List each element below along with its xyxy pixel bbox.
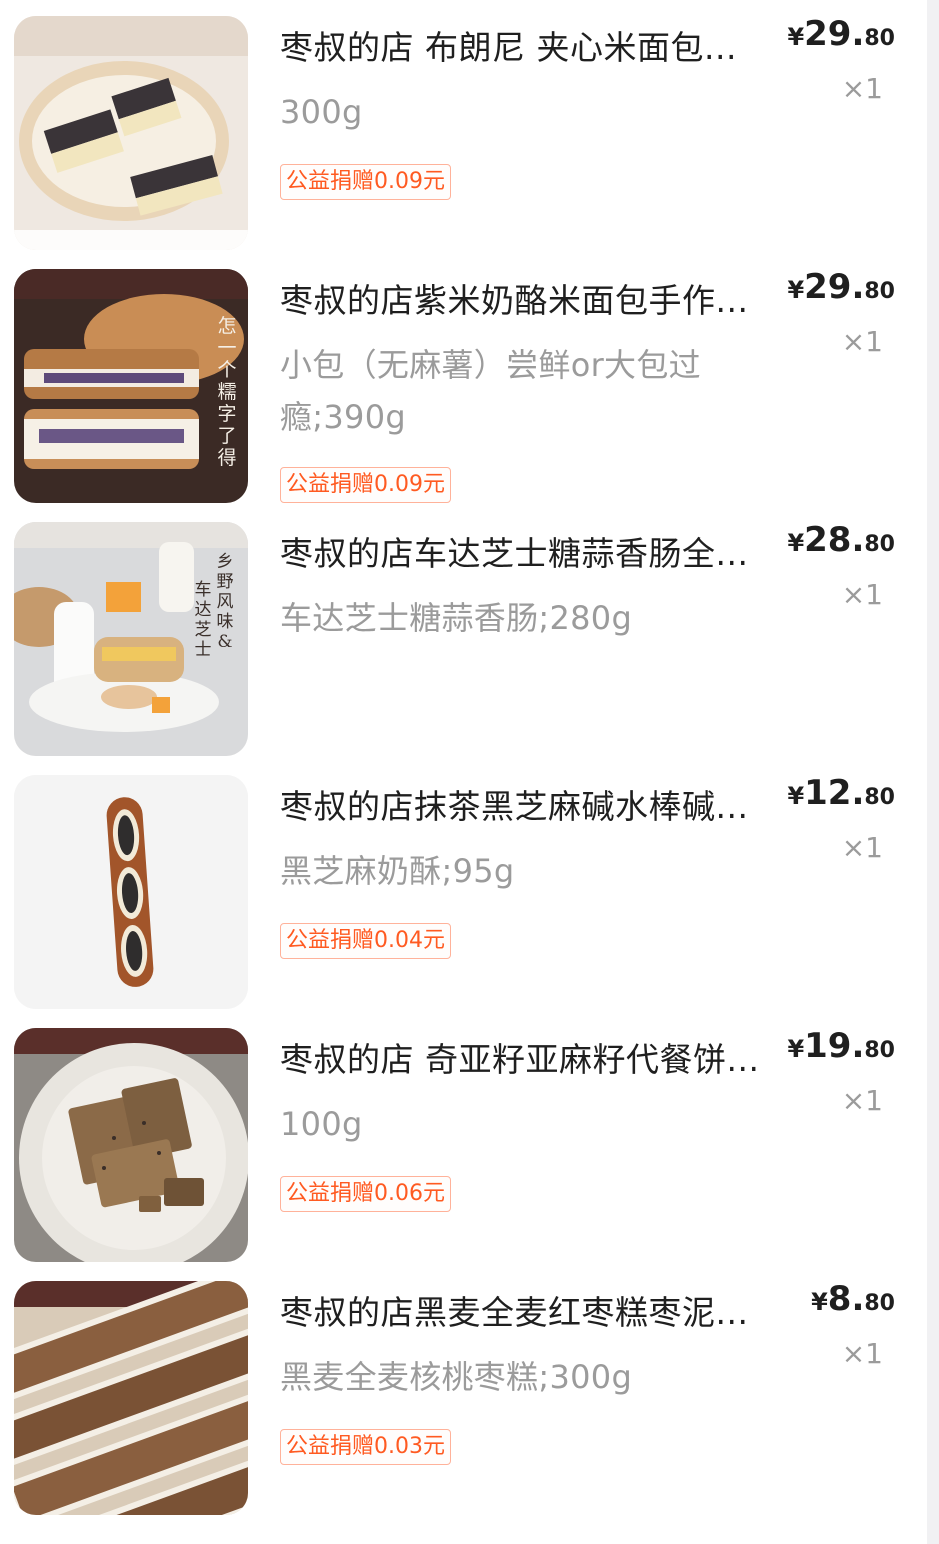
price-integer: 29.: [804, 14, 865, 54]
image-overlay-char: 糯: [217, 381, 237, 403]
image-overlay-text: 怎 一 个 糯 字 了 得: [214, 315, 240, 469]
charity-donation-badge: 公益捐赠0.03元: [280, 1429, 451, 1465]
product-title[interactable]: 枣叔的店抹茶黑芝麻碱水棒碱...: [280, 783, 792, 831]
image-overlay-char: 得: [217, 447, 237, 469]
price-decimal: 80: [864, 279, 895, 304]
currency-symbol: ¥: [811, 1288, 828, 1316]
currency-symbol: ¥: [787, 1035, 805, 1063]
image-overlay-char: 怎: [217, 315, 237, 337]
image-overlay-text: 车 达 芝 士: [192, 580, 214, 660]
product-price: ¥12.80: [787, 773, 895, 813]
product-title[interactable]: 枣叔的店紫米奶酪米面包手作...: [280, 277, 792, 325]
currency-symbol: ¥: [787, 276, 805, 304]
order-item[interactable]: 怎 一 个 糯 字 了 得 枣叔的店紫米奶酪米面包手作... 小包（无麻薯）尝鲜…: [0, 253, 927, 506]
price-integer: 29.: [804, 267, 865, 307]
product-price: ¥8.80: [811, 1279, 895, 1319]
product-spec: 小包（无麻薯）尝鲜or大包过瘾;390g: [280, 346, 701, 436]
product-spec: 300g: [280, 93, 363, 131]
image-overlay-char: 一: [217, 337, 237, 359]
order-item[interactable]: 乡 野 风 味 & 车 达 芝 士 枣叔的店车达芝士糖蒜香肠全... 车达芝士糖…: [0, 506, 927, 759]
image-overlay-char: 乡: [216, 552, 234, 572]
product-image-purple-rice-bread[interactable]: 怎 一 个 糯 字 了 得: [14, 269, 248, 503]
product-image-brownie-bread[interactable]: [14, 16, 248, 250]
product-price: ¥19.80: [787, 1026, 895, 1066]
order-item[interactable]: 枣叔的店 奇亚籽亚麻籽代餐饼... 100g 公益捐赠0.06元 ¥19.80 …: [0, 1012, 927, 1265]
product-quantity: ×1: [841, 1337, 883, 1370]
image-overlay-text: 乡 野 风 味 &: [214, 552, 236, 652]
image-overlay-char: &: [217, 632, 233, 652]
image-overlay-char: 字: [217, 403, 237, 425]
image-overlay-char: 个: [217, 359, 237, 381]
scrollbar-track[interactable]: [927, 0, 939, 1544]
order-item[interactable]: 枣叔的店抹茶黑芝麻碱水棒碱... 黑芝麻奶酥;95g 公益捐赠0.04元 ¥12…: [0, 759, 927, 1012]
product-quantity: ×1: [841, 1084, 883, 1117]
image-overlay-char: 风: [216, 592, 234, 612]
charity-donation-badge: 公益捐赠0.06元: [280, 1176, 451, 1212]
product-image-cheddar-sausage-bread[interactable]: 乡 野 风 味 & 车 达 芝 士: [14, 522, 248, 756]
product-price: ¥29.80: [787, 14, 895, 54]
product-title[interactable]: 枣叔的店车达芝士糖蒜香肠全...: [280, 530, 792, 578]
charity-donation-badge: 公益捐赠0.09元: [280, 164, 451, 200]
product-title[interactable]: 枣叔的店 奇亚籽亚麻籽代餐饼...: [280, 1036, 792, 1084]
price-decimal: 80: [864, 1291, 895, 1316]
product-title[interactable]: 枣叔的店 布朗尼 夹心米面包...: [280, 24, 792, 72]
image-overlay-char: 达: [194, 600, 212, 620]
image-overlay-char: 士: [194, 640, 212, 660]
product-price: ¥28.80: [787, 520, 895, 560]
image-overlay-char: 芝: [194, 620, 212, 640]
product-quantity: ×1: [841, 578, 883, 611]
price-decimal: 80: [864, 1038, 895, 1063]
product-quantity: ×1: [841, 325, 883, 358]
price-integer: 28.: [804, 520, 865, 560]
price-decimal: 80: [864, 785, 895, 810]
image-overlay-char: 车: [194, 580, 212, 600]
product-title[interactable]: 枣叔的店黑麦全麦红枣糕枣泥...: [280, 1289, 792, 1337]
image-overlay-char: 味: [216, 612, 234, 632]
currency-symbol: ¥: [787, 23, 805, 51]
product-quantity: ×1: [841, 831, 883, 864]
product-image-rye-date-cake[interactable]: [14, 1281, 248, 1515]
image-overlay-char: 野: [216, 572, 234, 592]
price-decimal: 80: [864, 532, 895, 557]
currency-symbol: ¥: [787, 529, 805, 557]
product-spec: 100g: [280, 1105, 363, 1143]
product-spec: 黑麦全麦核桃枣糕;300g: [280, 1358, 633, 1396]
product-image-sesame-pretzel-stick[interactable]: [14, 775, 248, 1009]
product-quantity: ×1: [841, 72, 883, 105]
charity-donation-badge: 公益捐赠0.09元: [280, 467, 451, 503]
image-overlay-char: 了: [217, 425, 237, 447]
price-integer: 12.: [804, 773, 865, 813]
product-spec: 车达芝士糖蒜香肠;280g: [280, 599, 633, 637]
product-price: ¥29.80: [787, 267, 895, 307]
price-integer: 19.: [804, 1026, 865, 1066]
price-decimal: 80: [864, 26, 895, 51]
charity-donation-badge: 公益捐赠0.04元: [280, 923, 451, 959]
order-item[interactable]: 枣叔的店黑麦全麦红枣糕枣泥... 黑麦全麦核桃枣糕;300g 公益捐赠0.03元…: [0, 1265, 927, 1518]
product-image-chia-flax-crackers[interactable]: [14, 1028, 248, 1262]
price-integer: 8.: [827, 1279, 865, 1319]
order-item[interactable]: 枣叔的店 布朗尼 夹心米面包... 300g 公益捐赠0.09元 ¥29.80 …: [0, 0, 927, 253]
product-spec: 黑芝麻奶酥;95g: [280, 852, 515, 890]
currency-symbol: ¥: [787, 782, 805, 810]
